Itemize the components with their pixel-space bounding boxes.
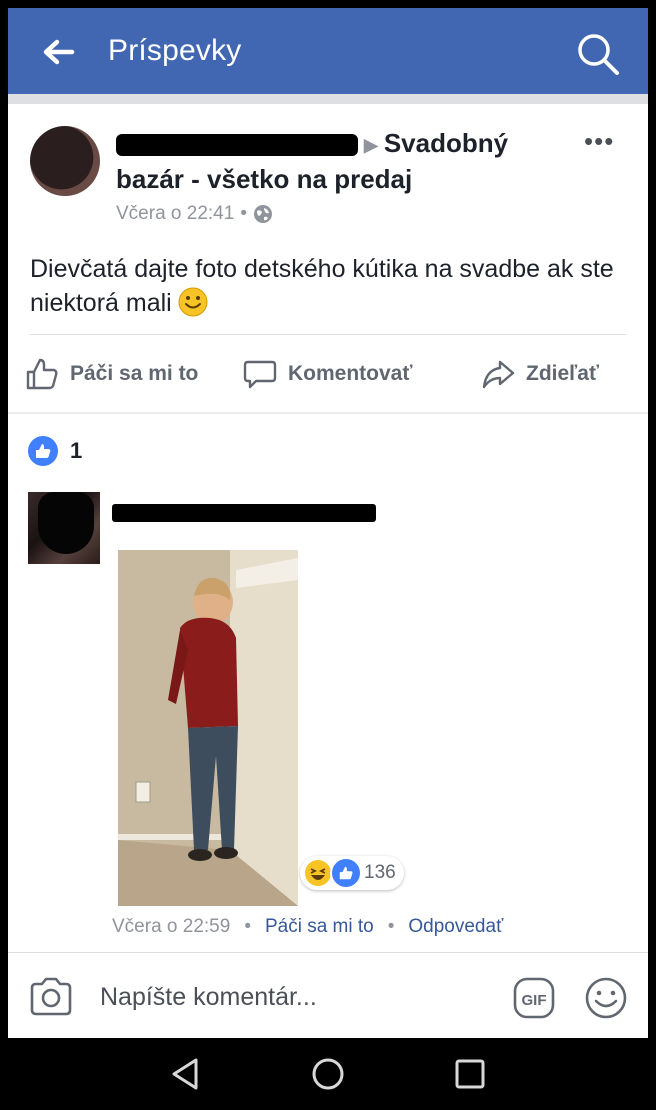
top-bar: Príspevky xyxy=(8,8,648,94)
page-title: Príspevky xyxy=(108,34,242,67)
like-icon xyxy=(26,358,58,390)
redacted-author-name[interactable] xyxy=(116,134,358,157)
redacted-commenter-name[interactable] xyxy=(112,504,376,524)
divider xyxy=(8,952,648,953)
back-arrow-icon[interactable] xyxy=(38,32,78,72)
smiley-emoji-icon xyxy=(178,287,208,317)
like-label: Páči sa mi to xyxy=(70,362,199,385)
comment-input[interactable]: Napíšte komentár... xyxy=(100,983,317,1012)
comment-icon xyxy=(243,360,277,389)
post-body: Dievčatá dajte foto detského kútika na s… xyxy=(30,255,614,317)
app-screen: Príspevky ▶ Svadobný bazár - všetko na pr… xyxy=(8,8,648,1038)
share-icon xyxy=(482,360,515,389)
post-actions: Páči sa mi to Komentovať Zdieľať xyxy=(8,348,648,404)
comment-reply-link[interactable]: Odpovedať xyxy=(408,916,503,938)
like-button[interactable]: Páči sa mi to xyxy=(24,356,198,392)
divider xyxy=(30,334,626,335)
arrow-icon: ▶ xyxy=(364,135,378,156)
post-timestamp[interactable]: Včera o 22:41 xyxy=(116,203,234,225)
comment-like-link[interactable]: Páči sa mi to xyxy=(265,916,374,938)
meta-separator: • xyxy=(240,203,247,224)
section-divider xyxy=(8,412,648,414)
globe-icon xyxy=(253,205,272,223)
feed-separator xyxy=(8,94,648,104)
comment-timestamp: Včera o 22:59 xyxy=(112,916,231,937)
search-icon[interactable] xyxy=(574,30,622,78)
commenter-avatar[interactable] xyxy=(28,492,100,564)
comment-reactions[interactable]: 136 xyxy=(300,856,404,890)
nav-home-icon[interactable] xyxy=(308,1054,348,1094)
like-count: 1 xyxy=(70,438,83,463)
comment-label: Komentovať xyxy=(288,362,413,385)
android-nav-bar xyxy=(0,1038,656,1110)
nav-recents-icon[interactable] xyxy=(450,1054,490,1094)
like-reaction-icon xyxy=(330,857,362,889)
gif-label: GIF xyxy=(522,992,547,1009)
comment-photo[interactable] xyxy=(118,550,298,906)
child-in-corner-image xyxy=(118,550,298,906)
share-label: Zdieľať xyxy=(526,362,599,385)
post-meta: Včera o 22:41 • xyxy=(116,203,273,225)
comment-separator: • xyxy=(387,916,395,937)
post-text: Dievčatá dajte foto detského kútika na s… xyxy=(30,252,620,320)
share-button[interactable]: Zdieľať xyxy=(480,356,599,392)
post-header: ▶ Svadobný bazár - všetko na predaj xyxy=(116,126,556,196)
gif-icon[interactable]: GIF xyxy=(512,976,556,1020)
nav-back-icon[interactable] xyxy=(166,1054,206,1094)
comment-button[interactable]: Komentovať xyxy=(242,356,412,392)
like-reaction-icon xyxy=(28,436,58,466)
comment-meta: Včera o 22:59 • Páči sa mi to • Odpoveda… xyxy=(112,916,503,938)
reaction-count: 136 xyxy=(364,862,396,883)
post-author-avatar[interactable] xyxy=(30,126,100,196)
comment-separator: • xyxy=(244,916,251,937)
more-icon[interactable]: ••• xyxy=(584,126,614,157)
comment-composer: Napíšte komentár... GIF xyxy=(8,954,648,1038)
like-summary[interactable]: 1 xyxy=(28,436,82,466)
camera-icon[interactable] xyxy=(28,974,74,1020)
emoji-icon[interactable] xyxy=(584,976,628,1020)
